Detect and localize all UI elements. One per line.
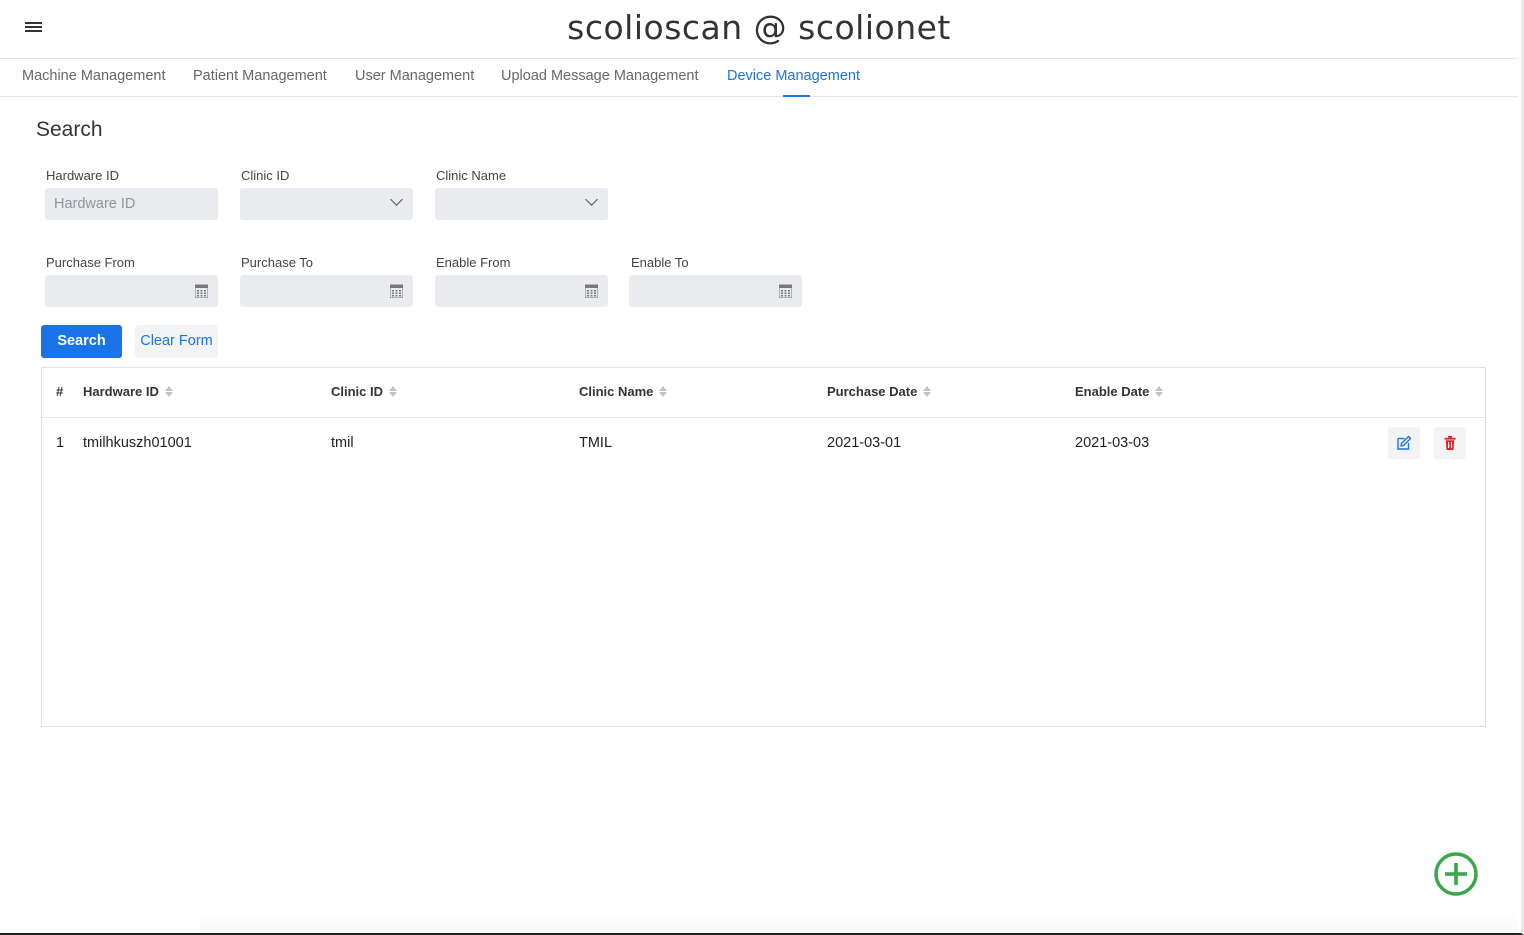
delete-button[interactable] bbox=[1434, 427, 1466, 459]
tab-bar: Machine Management Patient Management Us… bbox=[0, 59, 1518, 97]
calendar-icon[interactable] bbox=[585, 284, 598, 298]
search-section-title: Search bbox=[36, 118, 103, 141]
app-header: scolioscan @ scolionet bbox=[0, 0, 1518, 59]
cell-hardware-id: tmilhkuszh01001 bbox=[83, 435, 192, 451]
column-header-purchase-date[interactable]: Purchase Date bbox=[827, 384, 932, 399]
hardware-id-field[interactable] bbox=[45, 188, 218, 220]
add-device-button[interactable] bbox=[1433, 851, 1479, 897]
edit-icon bbox=[1397, 435, 1412, 450]
app-title: scolioscan @ scolionet bbox=[567, 8, 951, 47]
enable-from-date-field[interactable] bbox=[435, 275, 608, 307]
enable-to-label: Enable To bbox=[631, 255, 689, 270]
clinic-name-select[interactable] bbox=[435, 188, 608, 220]
sort-icon[interactable] bbox=[389, 385, 398, 398]
cell-purchase-date: 2021-03-01 bbox=[827, 435, 902, 451]
chevron-down-icon bbox=[390, 193, 403, 206]
tab-upload-message-management[interactable]: Upload Message Management bbox=[501, 68, 698, 84]
clinic-name-label: Clinic Name bbox=[436, 168, 507, 183]
table-row: 1 tmilhkuszh01001 tmil TMIL 2021-03-01 2… bbox=[42, 419, 1485, 468]
calendar-icon[interactable] bbox=[195, 284, 208, 298]
tab-machine-management[interactable]: Machine Management bbox=[22, 68, 165, 84]
active-tab-indicator bbox=[783, 95, 810, 97]
cell-enable-date: 2021-03-03 bbox=[1075, 435, 1150, 451]
column-header-hardware-id[interactable]: Hardware ID bbox=[83, 384, 173, 399]
purchase-from-label: Purchase From bbox=[46, 255, 135, 270]
footer-shadow bbox=[200, 910, 1518, 932]
column-header-index: # bbox=[56, 384, 64, 399]
sort-icon[interactable] bbox=[659, 385, 668, 398]
column-header-enable-date[interactable]: Enable Date bbox=[1075, 384, 1164, 399]
app-window: scolioscan @ scolionet Machine Managemen… bbox=[0, 0, 1524, 935]
clinic-id-label: Clinic ID bbox=[241, 168, 290, 183]
cell-clinic-name: TMIL bbox=[579, 435, 613, 451]
cell-index: 1 bbox=[56, 435, 65, 451]
trash-icon bbox=[1444, 436, 1456, 450]
plus-circle-icon bbox=[1434, 852, 1478, 896]
sort-icon[interactable] bbox=[923, 385, 932, 398]
table-header: # Hardware ID Clinic ID Clinic Name Purc… bbox=[42, 368, 1485, 418]
chevron-down-icon bbox=[585, 193, 598, 206]
cell-clinic-id: tmil bbox=[331, 435, 354, 451]
clinic-id-select[interactable] bbox=[240, 188, 413, 220]
tab-user-management[interactable]: User Management bbox=[355, 68, 474, 84]
clear-form-button[interactable]: Clear Form bbox=[135, 325, 218, 358]
tab-patient-management[interactable]: Patient Management bbox=[193, 68, 327, 84]
enable-to-date-field[interactable] bbox=[629, 275, 802, 307]
hardware-id-input[interactable] bbox=[45, 188, 218, 220]
column-header-clinic-id[interactable]: Clinic ID bbox=[331, 384, 398, 399]
device-table: # Hardware ID Clinic ID Clinic Name Purc… bbox=[41, 367, 1486, 727]
sort-icon[interactable] bbox=[1155, 385, 1164, 398]
tab-device-management[interactable]: Device Management bbox=[727, 68, 860, 84]
enable-from-label: Enable From bbox=[436, 255, 511, 270]
calendar-icon[interactable] bbox=[779, 284, 792, 298]
purchase-to-date-field[interactable] bbox=[240, 275, 413, 307]
hardware-id-label: Hardware ID bbox=[46, 168, 119, 183]
purchase-to-label: Purchase To bbox=[241, 255, 314, 270]
calendar-icon[interactable] bbox=[390, 284, 403, 298]
purchase-from-date-field[interactable] bbox=[45, 275, 218, 307]
search-button[interactable]: Search bbox=[41, 325, 122, 358]
sort-icon[interactable] bbox=[164, 385, 173, 398]
column-header-clinic-name[interactable]: Clinic Name bbox=[579, 384, 668, 399]
edit-button[interactable] bbox=[1388, 427, 1420, 459]
